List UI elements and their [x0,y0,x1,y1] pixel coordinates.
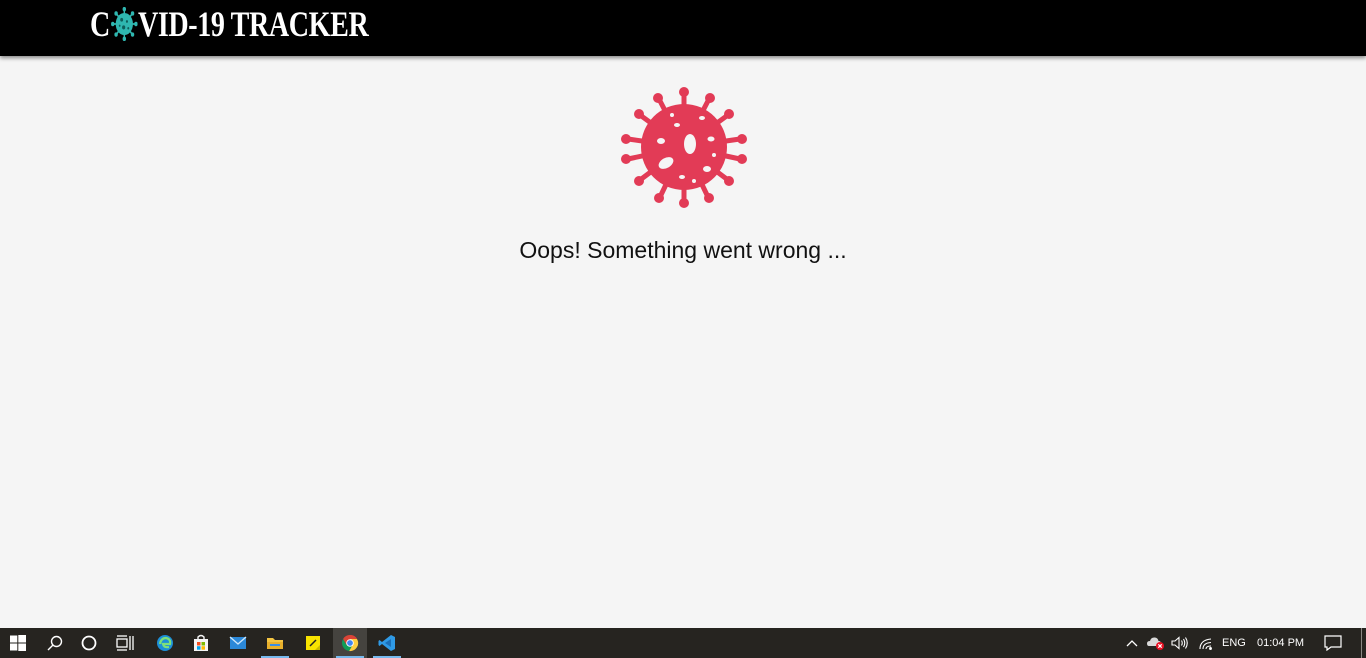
edge-button[interactable] [148,628,182,658]
search-button[interactable] [38,628,72,658]
volume-button[interactable] [1169,628,1191,658]
chevron-up-icon [1126,639,1138,647]
virus-icon [110,7,138,41]
start-button[interactable] [0,628,36,658]
app-header: C VID-19 TRACKER [0,0,1366,56]
taskbar: ENG 01:04 PM [0,628,1366,658]
task-view-icon [116,635,134,651]
wifi-icon [1198,636,1214,650]
cortana-icon [81,635,97,651]
cortana-button[interactable] [72,628,106,658]
action-center-button[interactable] [1318,628,1348,658]
search-icon [47,635,63,651]
error-message: Oops! Something went wrong ... [519,237,847,263]
sticky-notes-button[interactable] [296,628,330,658]
network-button[interactable] [1195,628,1217,658]
folder-icon [266,635,284,651]
task-view-button[interactable] [108,628,142,658]
main-content: Oops! Something went wrong ... [0,56,1366,628]
store-icon [192,634,210,652]
chrome-button[interactable] [333,628,367,658]
store-button[interactable] [184,628,218,658]
chrome-icon [341,634,359,652]
brand-prefix: C [90,4,110,44]
mail-button[interactable] [221,628,255,658]
edge-icon [156,634,174,652]
sticky-notes-icon [305,635,321,651]
speaker-icon [1171,636,1189,650]
onedrive-status-button[interactable] [1145,628,1167,658]
show-desktop-button[interactable] [1361,628,1362,658]
vscode-button[interactable] [370,628,404,658]
vscode-icon [378,634,396,652]
app-logo[interactable]: C VID-19 TRACKER [90,4,369,44]
clock[interactable]: 01:04 PM [1257,628,1304,658]
show-hidden-icons-button[interactable] [1122,628,1142,658]
brand-suffix: VID-19 TRACKER [137,4,369,44]
cloud-error-icon [1146,635,1166,651]
file-explorer-button[interactable] [258,628,292,658]
virus-icon [618,86,750,208]
mail-icon [229,635,247,651]
input-language-button[interactable]: ENG [1222,628,1246,658]
windows-icon [10,635,26,651]
notification-icon [1324,635,1342,651]
